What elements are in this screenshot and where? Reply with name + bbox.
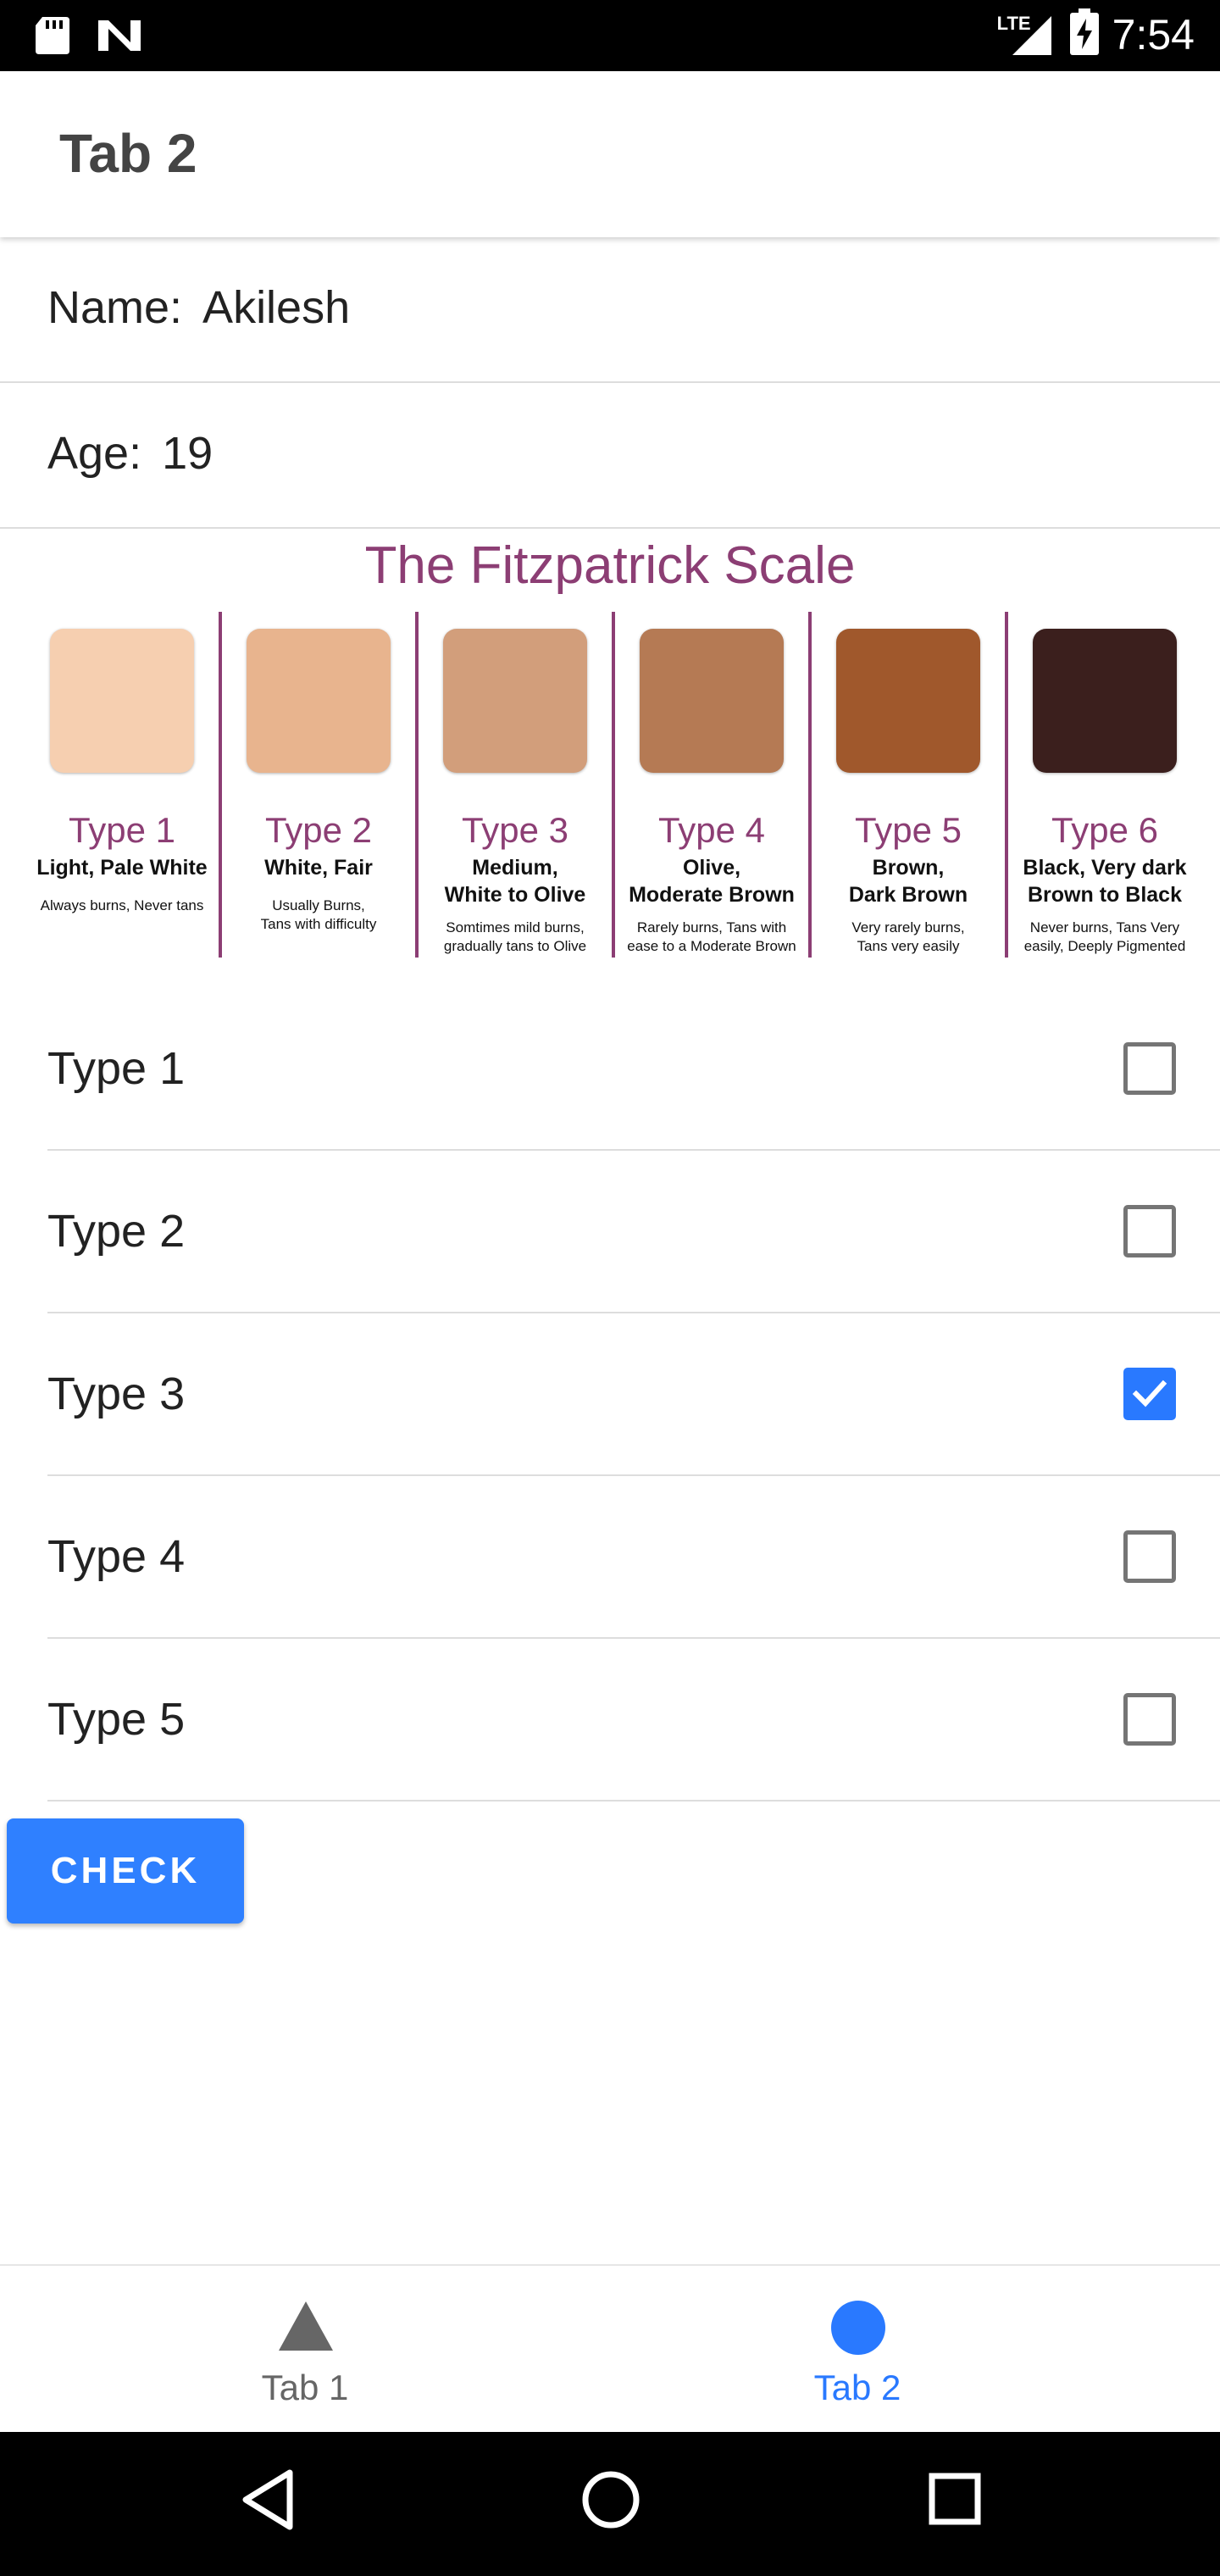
note-line: Never burns, Tans Very bbox=[1029, 919, 1180, 935]
note-line: gradually tans to Olive bbox=[443, 938, 587, 954]
desc-line: Dark Brown bbox=[848, 883, 968, 907]
tab-1-label: Tab 1 bbox=[261, 2368, 349, 2407]
type-5-checkbox[interactable] bbox=[1123, 1693, 1176, 1746]
triangle-icon bbox=[277, 2300, 335, 2357]
type-option-label: Type 2 bbox=[47, 1206, 186, 1257]
fitz-type-note: Somtimes mild burns, gradually tans to Ol… bbox=[417, 919, 613, 956]
fitz-type-label: Type 2 bbox=[264, 810, 373, 850]
tab-1[interactable]: Tab 1 bbox=[0, 2266, 610, 2434]
desc-line: White, Fair bbox=[264, 856, 373, 880]
age-text: Age: 19 bbox=[47, 427, 213, 480]
desc-line: Olive, bbox=[682, 856, 741, 880]
note-line: Somtimes mild burns, bbox=[446, 919, 585, 935]
fitz-type-note: Usually Burns, Tans with difficulty bbox=[220, 897, 417, 934]
page-title: Tab 2 bbox=[59, 123, 197, 184]
note-line: ease to a Moderate Brown bbox=[627, 938, 796, 954]
fitz-type-label: Type 1 bbox=[68, 810, 176, 850]
desc-line: White to Olive bbox=[444, 883, 586, 907]
name-label: Name: bbox=[47, 282, 183, 333]
age-row: Age: 19 bbox=[0, 383, 1220, 529]
age-label: Age: bbox=[47, 428, 142, 479]
type-option-row-2[interactable]: Type 2 bbox=[47, 1151, 1220, 1313]
back-icon[interactable] bbox=[239, 2466, 298, 2538]
note-line: Usually Burns, bbox=[272, 897, 365, 913]
name-row: Name: Akilesh bbox=[0, 237, 1220, 383]
fitz-type-5: Type 5 Brown, Dark Brown Very rarely burn… bbox=[810, 612, 1006, 968]
fitz-type-note: Very rarely burns, Tans very easily bbox=[810, 919, 1006, 956]
check-button[interactable]: CHECK bbox=[7, 1818, 244, 1924]
desc-line: Black, Very dark bbox=[1023, 856, 1187, 880]
fitz-type-2: Type 2 White, Fair Usually Burns, Tans wi… bbox=[220, 612, 417, 968]
desc-line: Brown, bbox=[872, 856, 945, 880]
fitz-type-desc: Olive, Moderate Brown bbox=[613, 854, 810, 908]
fitz-type-label: Type 3 bbox=[461, 810, 569, 850]
status-bar-left bbox=[34, 15, 142, 60]
fitz-type-1: Type 1 Light, Pale White Always burns, N… bbox=[24, 612, 220, 968]
fitz-type-desc: White, Fair bbox=[220, 854, 417, 881]
skin-swatch bbox=[50, 629, 194, 773]
fitz-type-note: Rarely burns, Tans with ease to a Moderat… bbox=[613, 919, 810, 956]
status-bar: LTE 7:54 bbox=[0, 0, 1220, 71]
type-option-row-4[interactable]: Type 4 bbox=[47, 1476, 1220, 1639]
type-4-checkbox[interactable] bbox=[1123, 1530, 1176, 1583]
fitz-type-4: Type 4 Olive, Moderate Brown Rarely burns… bbox=[613, 612, 810, 968]
system-nav-bar bbox=[0, 2432, 1220, 2576]
fitz-type-label: Type 5 bbox=[854, 810, 962, 850]
fitz-type-note: Never burns, Tans Very easily, Deeply Pig… bbox=[1006, 919, 1203, 956]
fitzpatrick-title: The Fitzpatrick Scale bbox=[364, 536, 856, 595]
skin-swatch bbox=[640, 629, 784, 773]
type-option-row-5[interactable]: Type 5 bbox=[47, 1639, 1220, 1802]
type-2-checkbox[interactable] bbox=[1123, 1205, 1176, 1257]
skin-swatch bbox=[1033, 629, 1177, 773]
type-3-checkbox[interactable] bbox=[1123, 1368, 1176, 1420]
fitz-type-label: Type 4 bbox=[657, 810, 766, 850]
fitz-type-3: Type 3 Medium, White to Olive Somtimes mi… bbox=[417, 612, 613, 968]
note-line: Always burns, Never tans bbox=[40, 897, 204, 913]
fitz-type-desc: Light, Pale White bbox=[24, 854, 220, 881]
note-line: easily, Deeply Pigmented bbox=[1023, 938, 1186, 954]
fitz-type-desc: Medium, White to Olive bbox=[417, 854, 613, 908]
fitzpatrick-scale-image: The Fitzpatrick Scale Type 1 Light, Pale… bbox=[0, 527, 1220, 968]
status-bar-right: LTE 7:54 bbox=[997, 8, 1195, 60]
skin-swatch bbox=[836, 629, 980, 773]
circle-icon bbox=[830, 2300, 886, 2360]
n-logo-icon bbox=[97, 17, 142, 58]
name-value: Akilesh bbox=[202, 282, 351, 333]
note-line: Rarely burns, Tans with bbox=[636, 919, 787, 935]
signal-icon: LTE bbox=[997, 11, 1056, 58]
type-option-label: Type 5 bbox=[47, 1694, 186, 1745]
app-header: Tab 2 bbox=[0, 71, 1220, 237]
recents-icon[interactable] bbox=[925, 2466, 984, 2538]
type-option-row-1[interactable]: Type 1 bbox=[47, 988, 1220, 1151]
type-option-label: Type 4 bbox=[47, 1531, 186, 1582]
note-line: Tans with difficulty bbox=[260, 916, 377, 932]
tab-2[interactable]: Tab 2 bbox=[610, 2266, 1220, 2434]
bottom-tab-bar: Tab 1 Tab 2 bbox=[0, 2264, 1220, 2432]
sd-card-icon bbox=[34, 15, 71, 60]
age-value: 19 bbox=[162, 428, 214, 479]
type-option-label: Type 3 bbox=[47, 1368, 186, 1419]
fitz-type-desc: Brown, Dark Brown bbox=[810, 854, 1006, 908]
battery-charging-icon bbox=[1069, 8, 1099, 60]
skin-swatch bbox=[443, 629, 587, 773]
type-option-label: Type 1 bbox=[47, 1043, 186, 1094]
fitz-type-6: Type 6 Black, Very dark Brown to Black Ne… bbox=[1006, 612, 1203, 968]
fitz-type-note: Always burns, Never tans bbox=[24, 897, 220, 915]
note-line: Tans very easily bbox=[857, 938, 960, 954]
desc-line: Medium, bbox=[472, 856, 558, 880]
tab-2-label: Tab 2 bbox=[813, 2368, 901, 2407]
name-text: Name: Akilesh bbox=[47, 281, 350, 334]
checkmark-icon bbox=[1132, 1380, 1167, 1407]
status-time: 7:54 bbox=[1112, 10, 1195, 58]
fitz-type-label: Type 6 bbox=[1051, 810, 1159, 850]
type-option-row-3[interactable]: Type 3 bbox=[47, 1313, 1220, 1476]
fitz-type-desc: Black, Very dark Brown to Black bbox=[1006, 854, 1203, 908]
home-icon[interactable] bbox=[580, 2466, 642, 2538]
desc-line: Brown to Black bbox=[1028, 883, 1182, 907]
skin-swatch bbox=[247, 629, 391, 773]
note-line: Very rarely burns, bbox=[851, 919, 965, 935]
type-1-checkbox[interactable] bbox=[1123, 1042, 1176, 1095]
desc-line: Light, Pale White bbox=[36, 856, 208, 880]
desc-line: Moderate Brown bbox=[629, 883, 795, 907]
